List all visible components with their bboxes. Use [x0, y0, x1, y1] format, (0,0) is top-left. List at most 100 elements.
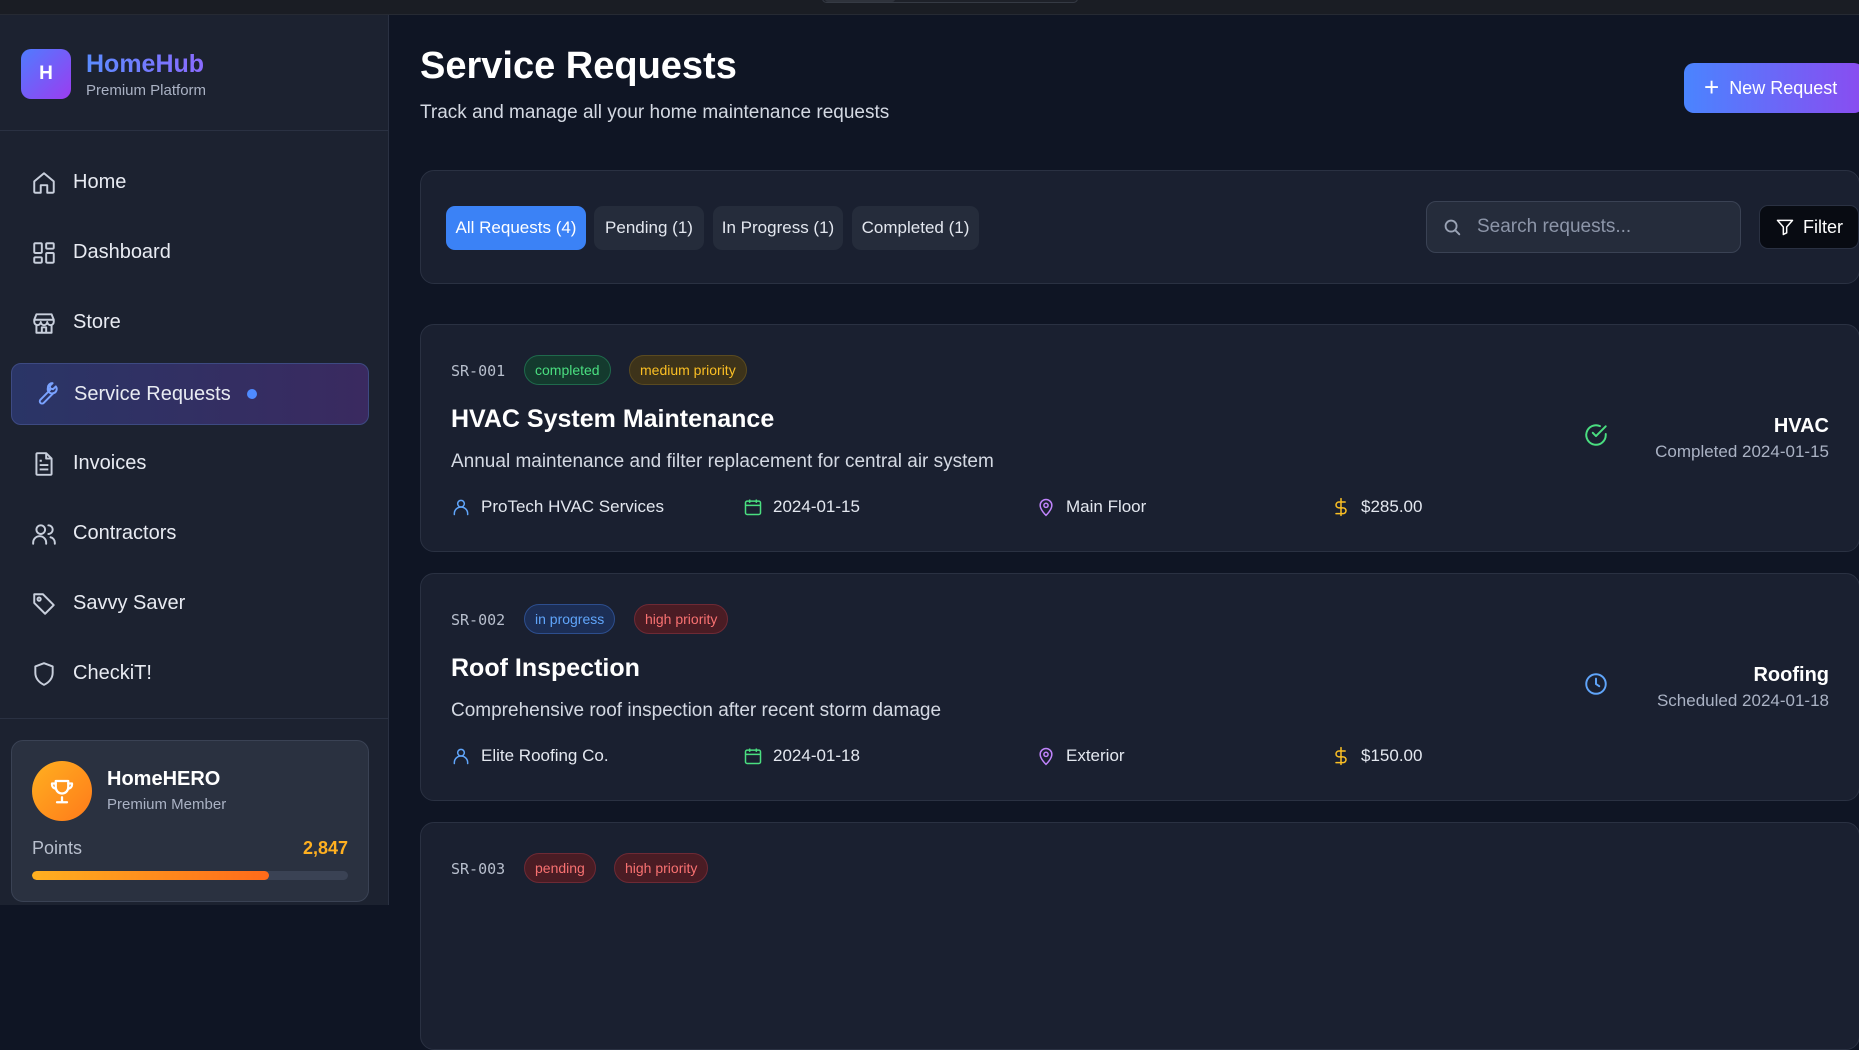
- points-progress-fill: [32, 871, 269, 880]
- request-id: SR-002: [451, 611, 506, 629]
- file-icon: [35, 451, 53, 476]
- tag-icon: [33, 592, 55, 615]
- contractor-name: ProTech HVAC Services: [481, 497, 664, 516]
- filter-bar: All Requests (4) Pending (1) In Progress…: [420, 170, 1859, 284]
- trophy-icon: [50, 779, 74, 804]
- priority-badge: high priority: [614, 853, 709, 883]
- sidebar-item-savvy-saver[interactable]: Savvy Saver: [11, 573, 369, 634]
- sidebar: H HomeHub Premium Platform Home Dashboar…: [0, 15, 389, 905]
- sidebar-item-service-requests[interactable]: Service Requests: [11, 363, 369, 425]
- sidebar-item-label: Dashboard: [73, 241, 171, 263]
- users-icon: [32, 523, 56, 545]
- priority-badge: high priority: [634, 604, 729, 634]
- dollar-icon: [1335, 746, 1347, 766]
- sidebar-item-label: Store: [73, 311, 121, 333]
- brand-subtitle: Premium Platform: [86, 82, 207, 99]
- points-label: Points: [32, 838, 83, 858]
- status-badge: completed: [524, 355, 611, 385]
- sidebar-item-home[interactable]: Home: [11, 152, 369, 213]
- sidebar-item-label: Home: [73, 171, 127, 193]
- request-location: Main Floor: [1066, 497, 1147, 516]
- store-icon: [33, 312, 55, 334]
- wrench-icon: [38, 382, 58, 405]
- request-card[interactable]: SR-001 completed medium priority HVAC Sy…: [420, 324, 1859, 552]
- page-title: Service Requests: [420, 45, 737, 87]
- request-category: Roofing: [1753, 664, 1829, 686]
- filter-button[interactable]: Filter: [1759, 205, 1859, 249]
- priority-badge: medium priority: [629, 355, 747, 385]
- tab-completed[interactable]: Completed (1): [852, 206, 979, 250]
- window-scroll-knob[interactable]: [825, 0, 895, 2]
- clock-icon: [1585, 673, 1607, 695]
- meta-cost: $150.00: [1331, 746, 1422, 766]
- request-title: Roof Inspection: [451, 654, 640, 682]
- check-circle-icon: [1585, 424, 1607, 446]
- request-cost: $150.00: [1361, 746, 1423, 765]
- map-pin-icon: [1039, 498, 1053, 517]
- active-indicator-dot: [246, 389, 257, 399]
- meta-date: 2024-01-15: [743, 497, 860, 517]
- homehero-card[interactable]: HomeHERO Premium Member Points 2,847: [11, 740, 369, 902]
- search-icon: [1444, 219, 1461, 236]
- request-status-detail: Completed 2024-01-15: [1655, 442, 1829, 461]
- sidebar-item-label: Savvy Saver: [73, 592, 186, 614]
- request-description: Annual maintenance and filter replacemen…: [451, 451, 994, 472]
- calendar-icon: [744, 748, 762, 765]
- request-category: HVAC: [1773, 415, 1829, 437]
- tab-all-requests[interactable]: All Requests (4): [446, 206, 586, 250]
- search-input[interactable]: [1477, 216, 1717, 238]
- filter-icon: [1776, 219, 1794, 236]
- contractor-name: Elite Roofing Co.: [481, 746, 609, 765]
- sidebar-item-contractors[interactable]: Contractors: [11, 503, 369, 564]
- meta-date: 2024-01-18: [743, 746, 860, 766]
- status-badge: pending: [524, 853, 596, 883]
- points-progress-bar: [32, 871, 348, 880]
- request-id: SR-001: [451, 362, 506, 380]
- status-badge: in progress: [524, 604, 616, 634]
- search-box[interactable]: [1426, 201, 1741, 253]
- sidebar-item-invoices[interactable]: Invoices: [11, 433, 369, 494]
- home-icon: [33, 171, 55, 194]
- meta-contractor: Elite Roofing Co.: [451, 746, 609, 766]
- avatar: [32, 761, 92, 821]
- meta-location: Main Floor: [1036, 497, 1146, 517]
- tab-pending[interactable]: Pending (1): [594, 206, 704, 250]
- points-value: 2,847: [302, 838, 348, 858]
- user-icon: [453, 748, 469, 765]
- tab-in-progress[interactable]: In Progress (1): [713, 206, 843, 250]
- filter-label: Filter: [1803, 216, 1843, 237]
- member-tier: Premium Member: [107, 796, 227, 813]
- member-name: HomeHERO: [107, 768, 221, 790]
- dashboard-icon: [33, 241, 55, 264]
- map-pin-icon: [1039, 747, 1053, 766]
- main-content: Service Requests Track and manage all yo…: [389, 15, 1859, 1050]
- request-card[interactable]: SR-002 in progress high priority Roof In…: [420, 573, 1859, 801]
- meta-cost: $285.00: [1331, 497, 1422, 517]
- sidebar-item-label: Service Requests: [74, 382, 231, 405]
- plus-icon: +: [1704, 72, 1720, 102]
- request-date: 2024-01-15: [773, 497, 860, 516]
- request-id: SR-003: [451, 860, 506, 878]
- request-card[interactable]: SR-003 pending high priority: [420, 822, 1859, 1050]
- window-scroll-pill[interactable]: [822, 0, 1078, 3]
- request-title: HVAC System Maintenance: [451, 405, 775, 433]
- request-cost: $285.00: [1361, 497, 1423, 516]
- brand-name: HomeHub: [86, 50, 205, 78]
- request-status-detail: Scheduled 2024-01-18: [1656, 691, 1829, 710]
- new-request-label: New Request: [1729, 77, 1838, 98]
- brand-logo[interactable]: H: [21, 49, 71, 99]
- calendar-icon: [744, 499, 762, 516]
- sidebar-item-store[interactable]: Store: [11, 292, 369, 353]
- meta-location: Exterior: [1036, 746, 1125, 766]
- sidebar-divider: [0, 718, 389, 719]
- sidebar-item-checkit[interactable]: CheckiT!: [11, 643, 369, 704]
- new-request-button[interactable]: + New Request: [1684, 63, 1859, 113]
- sidebar-item-label: Contractors: [73, 522, 177, 544]
- request-description: Comprehensive roof inspection after rece…: [451, 700, 942, 721]
- sidebar-item-label: CheckiT!: [73, 662, 152, 684]
- request-date: 2024-01-18: [773, 746, 860, 765]
- sidebar-item-dashboard[interactable]: Dashboard: [11, 222, 369, 283]
- request-location: Exterior: [1066, 746, 1125, 765]
- page-subtitle: Track and manage all your home maintenan…: [420, 102, 890, 123]
- window-top-strip: [0, 0, 1859, 15]
